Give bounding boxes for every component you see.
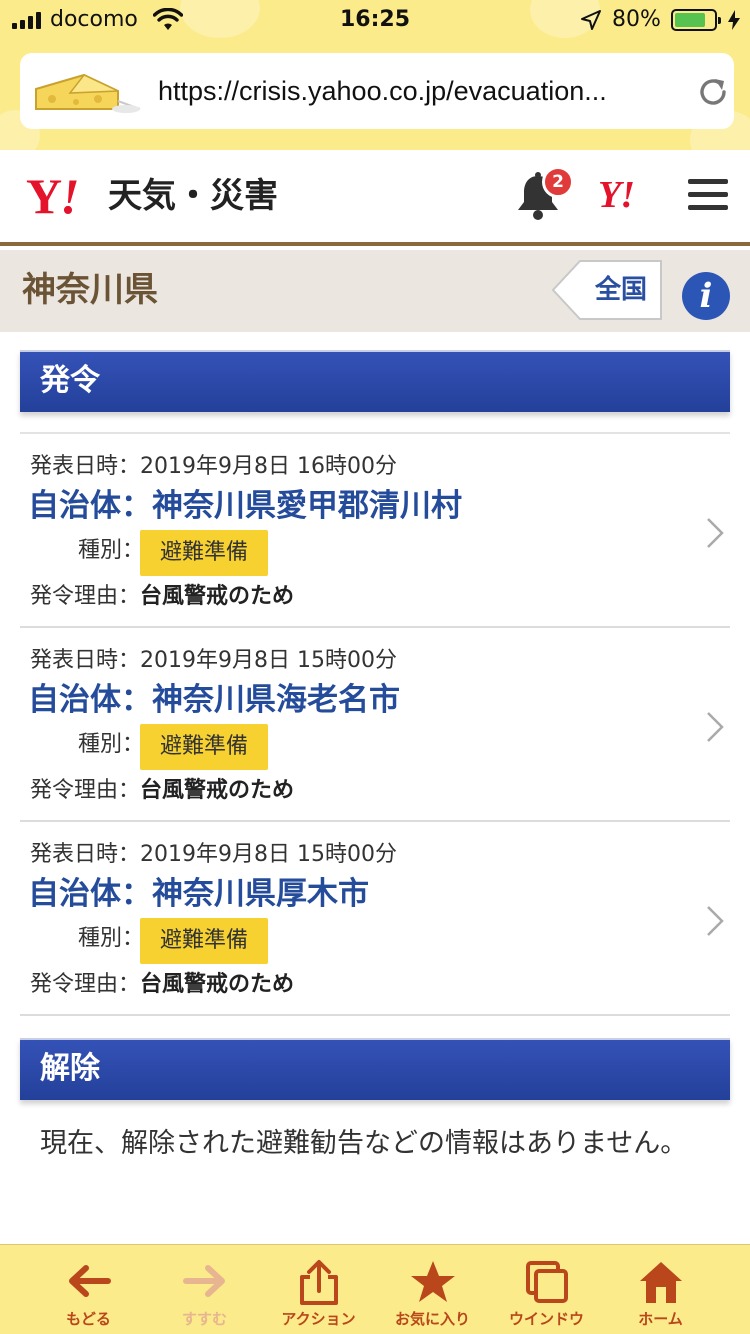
site-title[interactable]: 天気・災害: [108, 174, 278, 218]
prefecture-bar: 神奈川県 全国: [0, 250, 750, 332]
star-icon: [411, 1261, 455, 1302]
forward-button[interactable]: すすむ: [142, 1245, 267, 1334]
favorites-button[interactable]: お気に入り: [370, 1245, 495, 1334]
section-title: 発令: [40, 363, 100, 398]
favorites-label: お気に入り: [394, 1310, 470, 1328]
list-item[interactable]: 発表日時：2019年9月8日 15時00分 自治体：神奈川県厚木市 種別： 避難…: [20, 822, 730, 1016]
announcement-datetime: 発表日時：2019年9月8日 16時00分: [30, 454, 397, 479]
status-bar: docomo 16:25 80%: [0, 0, 750, 40]
window-label: ウインドウ: [508, 1310, 584, 1328]
home-icon: [640, 1262, 682, 1303]
evacuation-type-badge: 避難準備: [140, 918, 268, 964]
site-header: Y! 天気・災害 2 Y!: [0, 150, 750, 246]
notification-badge: 2: [542, 166, 574, 198]
list-item[interactable]: 発表日時：2019年9月8日 15時00分 自治体：神奈川県海老名市 種別： 避…: [20, 628, 730, 822]
no-release-message: 現在、解除された避難勧告などの情報はありません。: [40, 1128, 688, 1159]
action-label: アクション: [281, 1310, 356, 1328]
municipality-link[interactable]: 自治体：神奈川県海老名市: [28, 680, 400, 720]
type-label: 種別：: [78, 926, 145, 951]
yahoo-logo[interactable]: Y!: [26, 168, 80, 224]
forward-label: すすむ: [181, 1310, 227, 1328]
url-text[interactable]: https://crisis.yahoo.co.jp/evacuation...: [158, 53, 678, 129]
chevron-right-icon: [707, 518, 724, 548]
yahoo-top-link[interactable]: Y!: [598, 172, 635, 218]
browser-toolbar: もどる すすむ アクション お気に入り ウインドウ ホーム: [0, 1244, 750, 1334]
battery-percentage: 80%: [612, 7, 661, 32]
evacuation-type-badge: 避難準備: [140, 530, 268, 576]
arrow-left-icon: [69, 1265, 111, 1297]
section-header-released: 解除: [20, 1038, 730, 1100]
share-icon: [300, 1260, 338, 1305]
browser-chrome-top: docomo 16:25 80% https://crisis.yahoo.co…: [0, 0, 750, 150]
windows-icon: [526, 1261, 568, 1303]
evacuation-type-badge: 避難準備: [140, 724, 268, 770]
info-icon[interactable]: i: [682, 272, 730, 320]
chevron-right-icon: [707, 712, 724, 742]
reason-row: 発令理由：台風警戒のため: [30, 972, 295, 997]
prefecture-title: 神奈川県: [22, 270, 158, 310]
evacuation-list: 発表日時：2019年9月8日 16時00分 自治体：神奈川県愛甲郡清川村 種別：…: [20, 432, 730, 1016]
section-title: 解除: [40, 1051, 100, 1086]
reload-icon[interactable]: [696, 75, 730, 109]
municipality-link[interactable]: 自治体：神奈川県厚木市: [28, 874, 369, 914]
arrow-right-icon: [183, 1265, 225, 1297]
location-arrow-icon: [581, 10, 601, 30]
municipality-link[interactable]: 自治体：神奈川県愛甲郡清川村: [28, 486, 462, 526]
cheese-icon: [35, 73, 141, 113]
list-item[interactable]: 発表日時：2019年9月8日 16時00分 自治体：神奈川県愛甲郡清川村 種別：…: [20, 434, 730, 628]
chevron-right-icon: [707, 906, 724, 936]
type-label: 種別：: [78, 538, 145, 563]
home-label: ホーム: [638, 1310, 683, 1328]
charging-icon: [728, 10, 740, 30]
announcement-datetime: 発表日時：2019年9月8日 15時00分: [30, 842, 397, 867]
back-button[interactable]: もどる: [26, 1245, 151, 1334]
home-button[interactable]: ホーム: [598, 1245, 723, 1334]
battery-icon: [671, 9, 721, 31]
reason-row: 発令理由：台風警戒のため: [30, 778, 295, 803]
type-label: 種別：: [78, 732, 145, 757]
section-header-issued: 発令: [20, 350, 730, 412]
reason-row: 発令理由：台風警戒のため: [30, 584, 295, 609]
nationwide-button[interactable]: 全国: [552, 260, 662, 320]
back-label: もどる: [66, 1310, 111, 1328]
action-button[interactable]: アクション: [256, 1245, 381, 1334]
window-button[interactable]: ウインドウ: [484, 1245, 609, 1334]
announcement-datetime: 発表日時：2019年9月8日 15時00分: [30, 648, 397, 673]
nationwide-label: 全国: [594, 275, 647, 305]
hamburger-menu-icon[interactable]: [688, 179, 728, 211]
address-bar[interactable]: https://crisis.yahoo.co.jp/evacuation...: [20, 53, 734, 129]
